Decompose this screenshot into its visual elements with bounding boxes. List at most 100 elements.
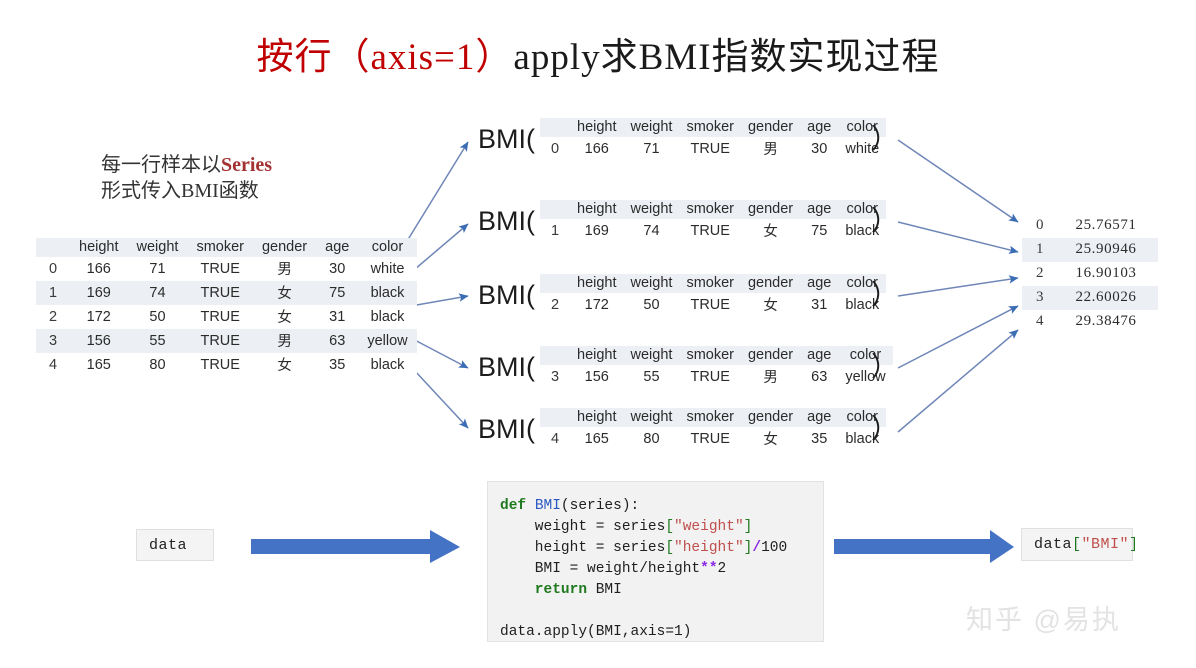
cell-color: black xyxy=(370,284,405,301)
cell-age: 63 xyxy=(329,332,346,349)
cell-gender: 男 xyxy=(277,262,292,278)
cell-weight: 71 xyxy=(149,260,166,277)
cell-gender: 女 xyxy=(277,286,292,302)
cell-smoker: TRUE xyxy=(690,296,730,313)
bmi-series-table-wrapper: height weight smoker gender age color 4 … xyxy=(540,408,887,451)
cell-smoker: TRUE xyxy=(200,308,240,325)
cell-height: 166 xyxy=(86,260,111,277)
column-header: height xyxy=(577,347,617,363)
column-header: height xyxy=(577,201,617,217)
cell-gender: 女 xyxy=(277,358,292,374)
cell-smoker: TRUE xyxy=(200,356,240,373)
table-header-row: height weight smoker gender age color xyxy=(540,200,887,219)
cell-bmi-value: 25.76571 xyxy=(1075,217,1137,233)
bmi-call-open-paren: BMI( xyxy=(478,279,535,310)
code-line4-lhs: BMI = weight/height xyxy=(500,561,701,577)
table-row: 2 172 50 TRUE 女 31 black xyxy=(540,293,887,317)
table-header-row: height weight smoker gender age color xyxy=(540,118,887,137)
diagram-canvas: 按行（axis=1）apply求BMI指数实现过程 每一行样本以Series 形… xyxy=(0,0,1196,668)
column-header: smoker xyxy=(686,347,734,363)
cell-age: 75 xyxy=(329,284,346,301)
cell-age: 31 xyxy=(329,308,346,325)
bmi-series-table-wrapper: height weight smoker gender age color 2 … xyxy=(540,274,887,317)
block-arrow-right xyxy=(834,530,1014,563)
annotation-note: 每一行样本以Series 形式传入BMI函数 xyxy=(101,152,272,204)
column-header: age xyxy=(807,201,832,217)
table-row: 4 165 80 TRUE 女 35 black xyxy=(540,427,887,451)
column-header: height xyxy=(577,119,617,135)
result-series-table-wrapper: 0 25.76571 1 25.90946 2 16.90103 3 22.60… xyxy=(1022,214,1158,334)
table-row: 1 25.90946 xyxy=(1022,238,1158,262)
cell-age: 31 xyxy=(811,296,828,313)
cell-weight: 71 xyxy=(643,140,660,157)
code-bracket-open: [ xyxy=(665,519,675,535)
column-header xyxy=(540,408,570,427)
row-index: 3 xyxy=(1035,289,1045,305)
row-index: 1 xyxy=(1035,241,1045,257)
cell-smoker: TRUE xyxy=(200,284,240,301)
code-apply-call: data.apply(BMI,axis=1) xyxy=(500,624,692,640)
source-dataframe: height weight smoker gender age color 0 … xyxy=(36,238,417,377)
annotation-line-2: 形式传入BMI函数 xyxy=(101,180,259,202)
source-dataframe-table: height weight smoker gender age color 0 … xyxy=(36,238,417,377)
cell-age: 35 xyxy=(811,430,828,447)
column-header: weight xyxy=(630,119,673,135)
code-number-100: 100 xyxy=(761,540,788,556)
cell-age: 30 xyxy=(811,140,828,157)
cell-weight: 80 xyxy=(643,430,660,447)
column-header: smoker xyxy=(686,119,734,135)
cell-weight: 80 xyxy=(149,356,166,373)
code-operator-divide: / xyxy=(752,540,762,556)
code-number-2: 2 xyxy=(717,561,727,577)
row-index: 4 xyxy=(48,356,58,373)
column-header: gender xyxy=(747,201,794,217)
code-keyword-return: return xyxy=(500,582,588,598)
column-header: smoker xyxy=(686,409,734,425)
bmi-call-open-paren: BMI( xyxy=(478,205,535,236)
column-header: gender xyxy=(747,119,794,135)
cell-weight: 55 xyxy=(643,368,660,385)
bmi-call-close-paren: ） xyxy=(871,351,898,382)
bmi-call-open-paren: BMI( xyxy=(478,351,535,382)
row-index: 4 xyxy=(1035,313,1045,329)
cell-smoker: TRUE xyxy=(200,332,240,349)
cell-gender: 女 xyxy=(763,224,778,240)
column-header: gender xyxy=(747,347,794,363)
cell-weight: 55 xyxy=(149,332,166,349)
table-row: 2 16.90103 xyxy=(1022,262,1158,286)
cell-height: 156 xyxy=(584,368,609,385)
table-row: 4 29.38476 xyxy=(1022,310,1158,334)
block-arrow-left xyxy=(251,530,460,563)
column-header: age xyxy=(807,409,832,425)
data-output-bracket-close: ] xyxy=(1129,536,1139,553)
data-input-label: data xyxy=(149,536,188,554)
cell-gender: 男 xyxy=(277,334,292,350)
cell-weight: 50 xyxy=(149,308,166,325)
cell-bmi-value: 29.38476 xyxy=(1075,313,1137,329)
table-header-row: height weight smoker gender age color xyxy=(540,408,887,427)
column-header: smoker xyxy=(686,201,734,217)
code-bracket-close: ] xyxy=(743,519,753,535)
cell-smoker: TRUE xyxy=(690,140,730,157)
table-row: 1 169 74 TRUE 女 75 black xyxy=(36,281,417,305)
annotation-line-1-prefix: 每一行样本以 xyxy=(101,154,221,176)
bmi-series-table: height weight smoker gender age color 1 … xyxy=(540,200,887,243)
code-operator-power: ** xyxy=(700,561,718,577)
column-header: gender xyxy=(747,275,794,291)
column-header xyxy=(540,274,570,293)
cell-gender: 女 xyxy=(277,310,292,326)
column-header xyxy=(540,346,570,365)
column-header: color xyxy=(371,239,404,255)
cell-color: white xyxy=(370,260,405,277)
code-string-weight: "weight" xyxy=(674,519,744,535)
annotation-series-keyword: Series xyxy=(221,154,273,176)
column-header: gender xyxy=(261,239,308,255)
table-row: 3 156 55 TRUE 男 63 yellow xyxy=(540,365,893,389)
column-header: smoker xyxy=(196,239,244,255)
column-header: height xyxy=(577,275,617,291)
table-row: 3 156 55 TRUE 男 63 yellow xyxy=(36,329,417,353)
row-index: 1 xyxy=(48,284,58,301)
bmi-series-table-wrapper: height weight smoker gender age color 1 … xyxy=(540,200,887,243)
row-index: 2 xyxy=(550,296,560,313)
column-header: smoker xyxy=(686,275,734,291)
